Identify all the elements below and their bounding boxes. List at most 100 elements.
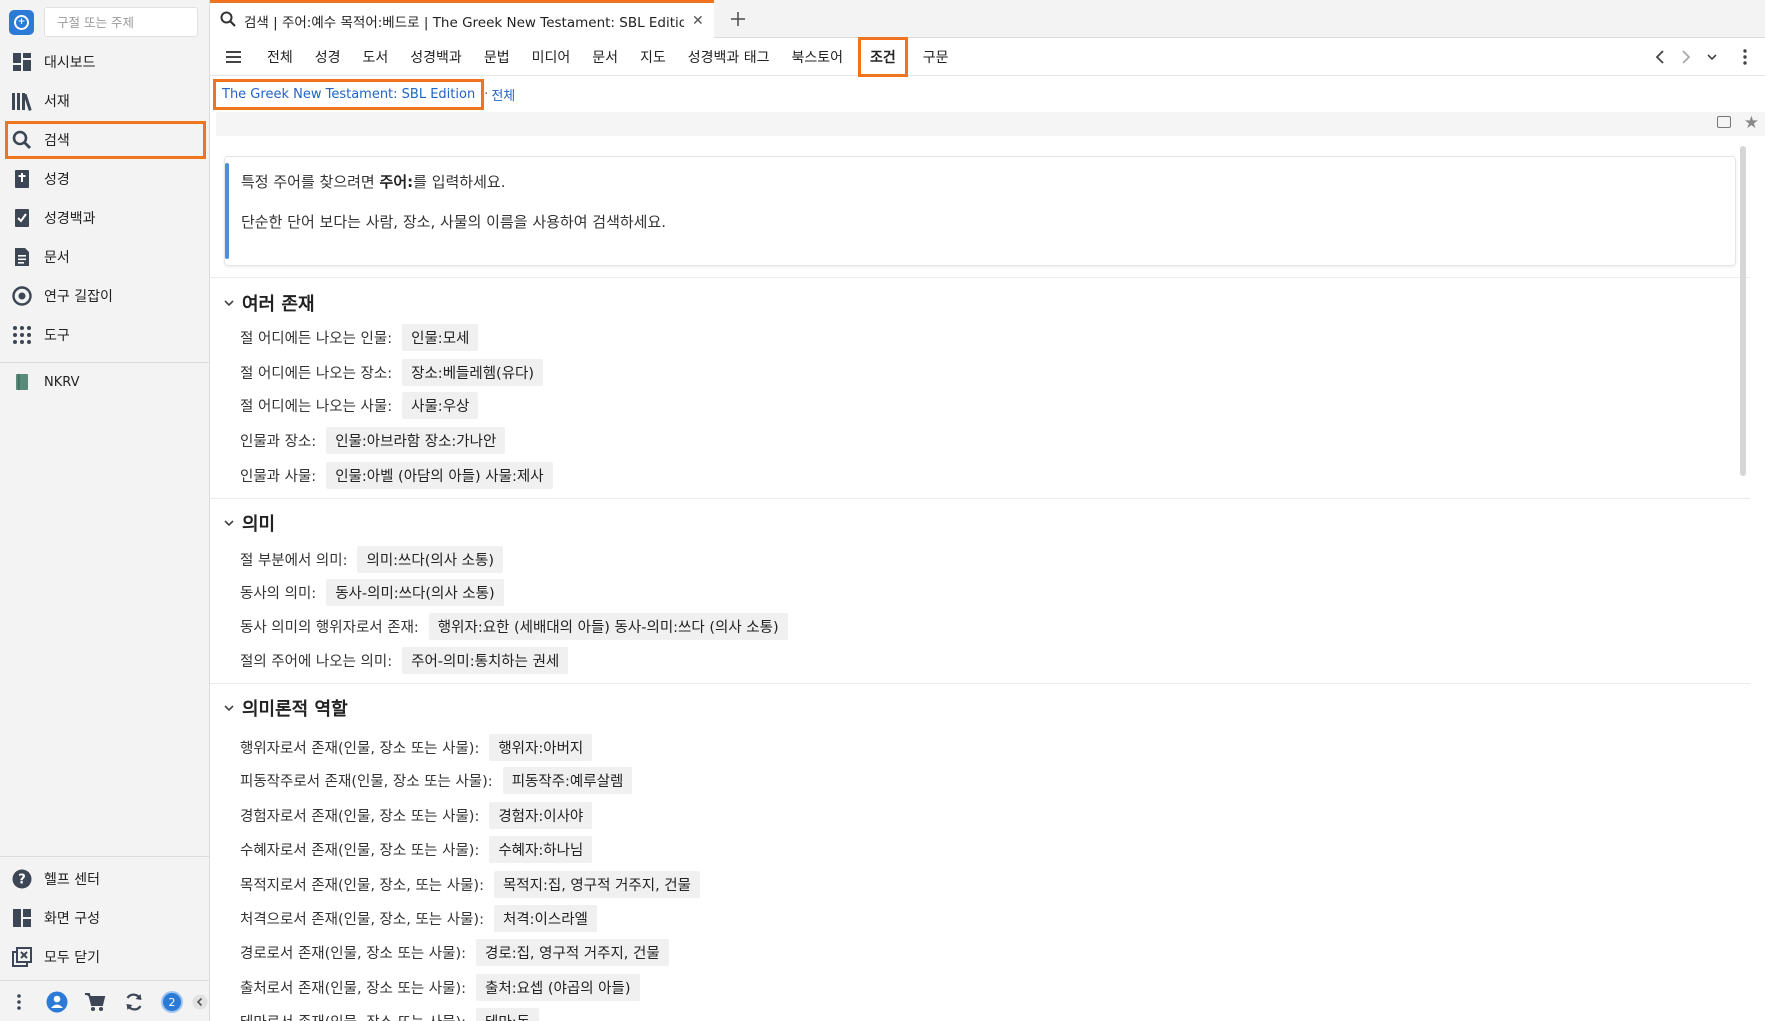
tab-syntax[interactable]: 구문 <box>912 38 960 76</box>
help-icon: ? <box>10 867 34 891</box>
section-header-entities[interactable]: 여러 존재 <box>224 290 315 316</box>
search-query-input[interactable]: ★ <box>216 112 1765 136</box>
tab-factbook[interactable]: 성경백과 <box>399 38 473 76</box>
sidebar-item-guides[interactable]: 연구 길잡이 <box>0 277 210 315</box>
sidebar-item-library[interactable]: 서재 <box>0 82 210 120</box>
forward-arrow-icon[interactable] <box>1677 47 1695 67</box>
tip-line-2: 단순한 단어 보다는 사람, 장소, 사물의 이름을 사용하여 검색하세요. <box>241 213 667 231</box>
close-all-icon <box>10 945 34 969</box>
list-item: 절의 주어에 나오는 의미: 주어-의미:통치하는 권세 <box>240 646 569 674</box>
list-item: 경로로서 존재(인물, 장소 또는 사물): 경로:집, 영구적 거주지, 건물 <box>240 938 669 966</box>
example-chip[interactable]: 출처:요셉 (야곱의 아들) <box>476 973 640 1001</box>
tab-title: 검색 | 주어:예수 목적어:베드로 | The Greek New Testa… <box>244 14 684 31</box>
notification-badge-icon[interactable]: 2 <box>153 982 191 1021</box>
svg-text:2: 2 <box>168 996 175 1009</box>
tab-books[interactable]: 도서 <box>352 38 400 76</box>
section-divider <box>210 498 1750 499</box>
collapse-sidebar-icon[interactable] <box>191 982 210 1021</box>
cart-icon[interactable] <box>76 982 114 1021</box>
content-scrollbar[interactable] <box>1740 146 1746 476</box>
example-chip[interactable]: 행위자:아버지 <box>489 733 593 761</box>
example-chip[interactable]: 경험자:이사야 <box>489 801 593 829</box>
example-chip[interactable]: 처격:이스라엘 <box>493 904 597 932</box>
app-logo-icon[interactable]: + <box>9 10 34 35</box>
example-chip[interactable]: 피동작주:예루살렘 <box>502 766 633 794</box>
example-chip[interactable]: 의미:쓰다(의사 소통) <box>357 545 504 573</box>
sidebar-item-nkrv[interactable]: NKRV <box>0 363 210 401</box>
example-chip[interactable]: 행위자:요한 (세배대의 아들) 동사-의미:쓰다 (의사 소통) <box>428 612 788 640</box>
tab-bookstore[interactable]: 북스토어 <box>781 38 855 76</box>
list-item: 인물과 장소: 인물:아브라함 장소:가나안 <box>240 426 506 454</box>
sidebar-item-close-all[interactable]: 모두 닫기 <box>0 938 210 976</box>
panel-menu-icon[interactable] <box>1737 47 1753 67</box>
tab-all[interactable]: 전체 <box>256 38 304 76</box>
back-arrow-icon[interactable] <box>1651 47 1669 67</box>
sidebar-search-input[interactable] <box>44 7 198 37</box>
history-dropdown-icon[interactable] <box>1703 47 1721 67</box>
sidebar-item-layouts[interactable]: 화면 구성 <box>0 899 210 937</box>
tab-bible[interactable]: 성경 <box>304 38 352 76</box>
list-item: 출처로서 존재(인물, 장소 또는 사물): 출처:요셉 (야곱의 아들) <box>240 973 640 1001</box>
section-header-sense[interactable]: 의미 <box>224 510 275 536</box>
sidebar-item-search[interactable]: 검색 <box>5 121 206 159</box>
tip-card: 특정 주어를 찾으려면 주어:를 입력하세요. 단순한 단어 보다는 사람, 장… <box>224 156 1736 266</box>
tab-grammar[interactable]: 문법 <box>473 38 521 76</box>
factbook-icon <box>10 206 34 230</box>
example-chip[interactable]: 경로:집, 영구적 거주지, 건물 <box>476 938 669 966</box>
sync-icon[interactable] <box>115 982 153 1021</box>
sidebar-item-dashboard[interactable]: 대시보드 <box>0 43 210 81</box>
section-header-semantic-roles[interactable]: 의미론적 역할 <box>224 695 348 721</box>
tab-factbook-tags[interactable]: 성경백과 태그 <box>677 38 781 76</box>
account-icon[interactable] <box>38 982 76 1021</box>
keyboard-icon[interactable] <box>1717 116 1731 128</box>
example-chip[interactable]: 테마:돈 <box>476 1007 539 1021</box>
example-chip[interactable]: 주어-의미:통치하는 권세 <box>402 646 569 674</box>
tab-documents[interactable]: 문서 <box>581 38 629 76</box>
list-item: 목적지로서 존재(인물, 장소, 또는 사물): 목적지:집, 영구적 거주지, … <box>240 870 700 898</box>
section-divider <box>210 277 1750 278</box>
list-item: 피동작주로서 존재(인물, 장소 또는 사물): 피동작주:예루살렘 <box>240 766 633 794</box>
sidebar-item-help-center[interactable]: ? 헬프 센터 <box>0 860 210 898</box>
example-chip[interactable]: 사물:우상 <box>402 391 479 419</box>
example-chip[interactable]: 동사-의미:쓰다(의사 소통) <box>326 578 504 606</box>
tab-maps[interactable]: 지도 <box>629 38 677 76</box>
example-chip[interactable]: 인물:모세 <box>402 323 479 351</box>
tab-search[interactable]: 검색 | 주어:예수 목적어:베드로 | The Greek New Testa… <box>210 0 714 38</box>
close-tab-icon[interactable]: ✕ <box>692 13 704 29</box>
sidebar-item-label: 화면 구성 <box>44 911 100 927</box>
list-item: 경험자로서 존재(인물, 장소 또는 사물): 경험자:이사야 <box>240 801 593 829</box>
sidebar-item-label: 모두 닫기 <box>44 950 100 966</box>
sidebar-item-documents[interactable]: 문서 <box>0 238 210 276</box>
section-title: 의미론적 역할 <box>242 699 348 720</box>
list-item: 절 부분에서 의미: 의미:쓰다(의사 소통) <box>240 545 504 573</box>
example-chip[interactable]: 수혜자:하나님 <box>489 835 593 863</box>
sidebar-item-label: 서재 <box>44 94 70 110</box>
star-icon[interactable]: ★ <box>1744 113 1759 133</box>
new-tab-button[interactable] <box>724 5 752 33</box>
example-chip[interactable]: 인물:아벨 (아담의 아들) 사물:제사 <box>326 461 553 489</box>
history-nav <box>1651 47 1721 67</box>
tab-conditions[interactable]: 조건 <box>858 37 908 77</box>
sidebar-item-factbook[interactable]: 성경백과 <box>0 199 210 237</box>
bible-icon <box>10 167 34 191</box>
guide-icon <box>10 284 34 308</box>
example-chip[interactable]: 장소:베들레헴(유다) <box>402 358 544 386</box>
chevron-down-icon <box>224 702 236 715</box>
more-vertical-icon[interactable] <box>0 982 38 1021</box>
scope-selector[interactable]: 전체 <box>491 85 515 104</box>
list-item: 처격으로서 존재(인물, 장소, 또는 사물): 처격:이스라엘 <box>240 904 597 932</box>
resource-selector[interactable]: The Greek New Testament: SBL Edition <box>212 78 485 110</box>
sidebar-item-label: 문서 <box>44 250 70 266</box>
hamburger-menu-icon[interactable] <box>224 47 244 67</box>
sidebar-item-label: 성경 <box>44 172 70 188</box>
sidebar-divider <box>0 980 210 981</box>
sidebar-item-tools[interactable]: 도구 <box>0 316 210 354</box>
section-divider <box>210 683 1750 684</box>
sidebar-item-bible[interactable]: 성경 <box>0 160 210 198</box>
section-title: 여러 존재 <box>242 294 315 315</box>
example-chip[interactable]: 목적지:집, 영구적 거주지, 건물 <box>493 870 700 898</box>
example-chip[interactable]: 인물:아브라함 장소:가나안 <box>326 426 506 454</box>
tip-accent-bar <box>225 163 229 259</box>
tab-media[interactable]: 미디어 <box>521 38 582 76</box>
sidebar: + 대시보드 서재 검색 성경 성경백과 문서 <box>0 0 210 1021</box>
